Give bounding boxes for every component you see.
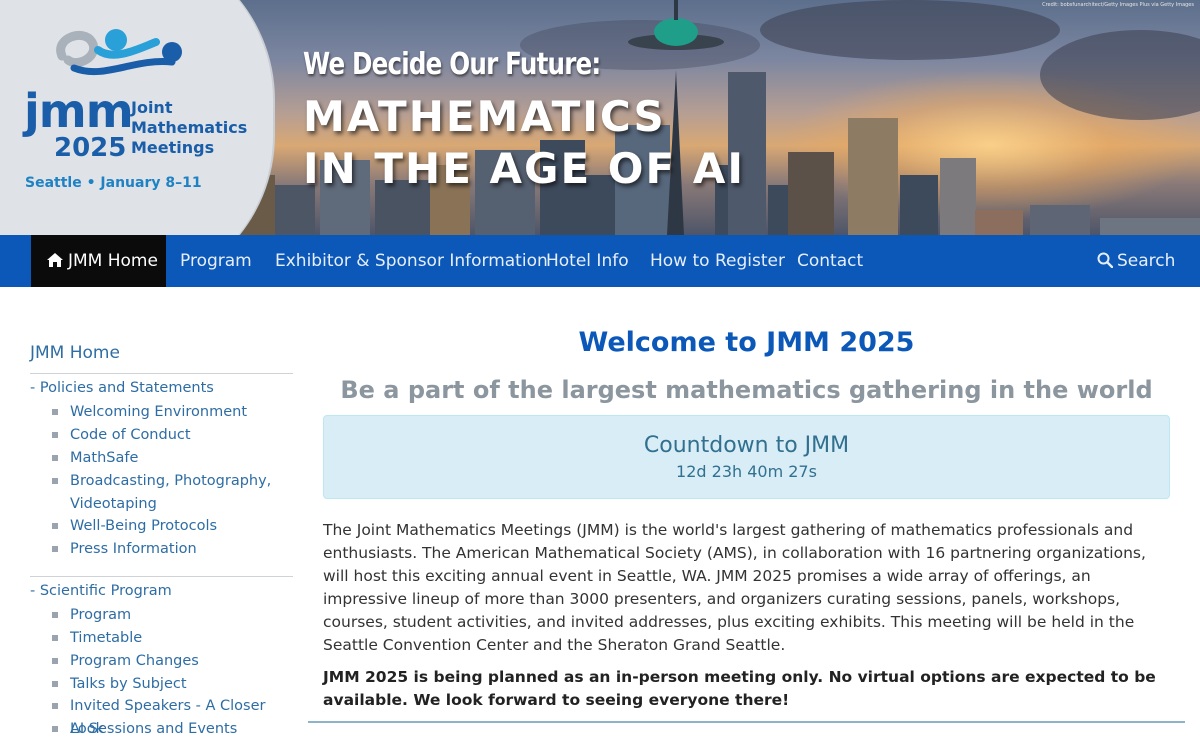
bullet	[52, 432, 58, 438]
logo-dates: January 8–11	[100, 175, 202, 191]
logo-name-line: Joint	[131, 98, 173, 117]
sidebar-item-broadcasting[interactable]: Broadcasting, Photography, Videotaping	[70, 470, 293, 516]
nav-item-label: How to Register	[650, 251, 785, 271]
sidebar-home-link[interactable]: JMM Home	[30, 343, 120, 363]
divider	[30, 576, 293, 577]
header-banner: Credit: bobsfunarchitect/Getty Images Pl…	[0, 0, 1200, 235]
photo-credit: Credit: bobsfunarchitect/Getty Images Pl…	[1042, 2, 1194, 8]
bullet	[52, 658, 58, 664]
nav-item-program[interactable]: Program	[180, 235, 252, 287]
sidebar-section-policies[interactable]: - Policies and Statements	[30, 380, 214, 396]
sidebar-item-program-changes[interactable]: Program Changes	[70, 650, 293, 673]
bullet	[52, 612, 58, 618]
nav-item-contact[interactable]: Contact	[797, 235, 863, 287]
search-label: Search	[1117, 251, 1176, 271]
nav-item-exhibitor-sponsor[interactable]: Exhibitor & Sponsor Information	[275, 235, 548, 287]
logo-acronym: jmm	[24, 84, 134, 138]
logo-year: 2025	[54, 133, 127, 163]
bullet	[52, 523, 58, 529]
countdown-box: Countdown to JMM 12d 23h 40m 27s	[323, 415, 1170, 499]
tagline-line-2: MATHEMATICS	[303, 92, 666, 141]
in-person-notice: JMM 2025 is being planned as an in-perso…	[323, 668, 1156, 709]
sidebar-item-welcoming-environment[interactable]: Welcoming Environment	[70, 401, 293, 424]
sidebar-item-talks-by-subject[interactable]: Talks by Subject	[70, 673, 293, 696]
tagline-line-3: IN THE AGE OF AI	[303, 144, 745, 193]
logo-separator: •	[86, 175, 101, 191]
nav-item-hotel-info[interactable]: Hotel Info	[546, 235, 629, 287]
bullet	[52, 726, 58, 732]
bullet	[52, 546, 58, 552]
bullet	[52, 409, 58, 415]
sidebar-item-press-information[interactable]: Press Information	[70, 538, 293, 561]
logo-name: Joint Mathematics Meetings	[131, 98, 247, 158]
tagline-line-1: We Decide Our Future:	[303, 47, 601, 82]
logo-place: Seattle	[25, 175, 82, 191]
sidebar-section-scientific-program[interactable]: - Scientific Program	[30, 583, 172, 599]
sidebar-item-timetable[interactable]: Timetable	[70, 627, 293, 650]
sidebar-item-code-of-conduct[interactable]: Code of Conduct	[70, 424, 293, 447]
logo-name-line: Mathematics	[131, 118, 248, 137]
bullet	[52, 455, 58, 461]
nav-item-label: Hotel Info	[546, 251, 629, 271]
nav-item-label: Contact	[797, 251, 864, 271]
bullet	[52, 635, 58, 641]
page-title: Welcome to JMM 2025	[578, 327, 915, 358]
main-nav: JMM Home Program Exhibitor & Sponsor Inf…	[0, 235, 1200, 287]
sidebar-item-well-being[interactable]: Well-Being Protocols	[70, 515, 293, 538]
sidebar-item-program[interactable]: Program	[70, 604, 293, 627]
page-subtitle: Be a part of the largest mathematics gat…	[340, 376, 1153, 404]
sidebar-item-ai-sessions[interactable]: AI Sessions and Events	[70, 718, 293, 740]
bullet	[52, 681, 58, 687]
nav-item-jmm-home[interactable]: JMM Home	[31, 235, 166, 287]
jmm-logo-mark-icon	[56, 29, 182, 76]
intro-paragraph: The Joint Mathematics Meetings (JMM) is …	[323, 521, 1146, 654]
home-icon	[47, 253, 63, 267]
divider	[30, 373, 293, 374]
nav-item-label: JMM Home	[68, 251, 158, 271]
nav-item-label: Exhibitor & Sponsor Information	[275, 251, 548, 271]
countdown-title: Countdown to JMM	[643, 433, 850, 458]
logo-name-line: Meetings	[131, 138, 215, 157]
sidebar-item-mathsafe[interactable]: MathSafe	[70, 447, 293, 470]
bullet	[52, 703, 58, 709]
search-button[interactable]: Search	[1097, 235, 1175, 287]
nav-item-how-to-register[interactable]: How to Register	[650, 235, 785, 287]
logo-place-dates: Seattle • January 8–11	[25, 175, 202, 191]
divider	[308, 721, 1185, 723]
bullet	[52, 478, 58, 484]
countdown-timer: 12d 23h 40m 27s	[676, 462, 817, 481]
nav-item-label: Program	[180, 251, 252, 271]
search-icon	[1097, 252, 1114, 269]
